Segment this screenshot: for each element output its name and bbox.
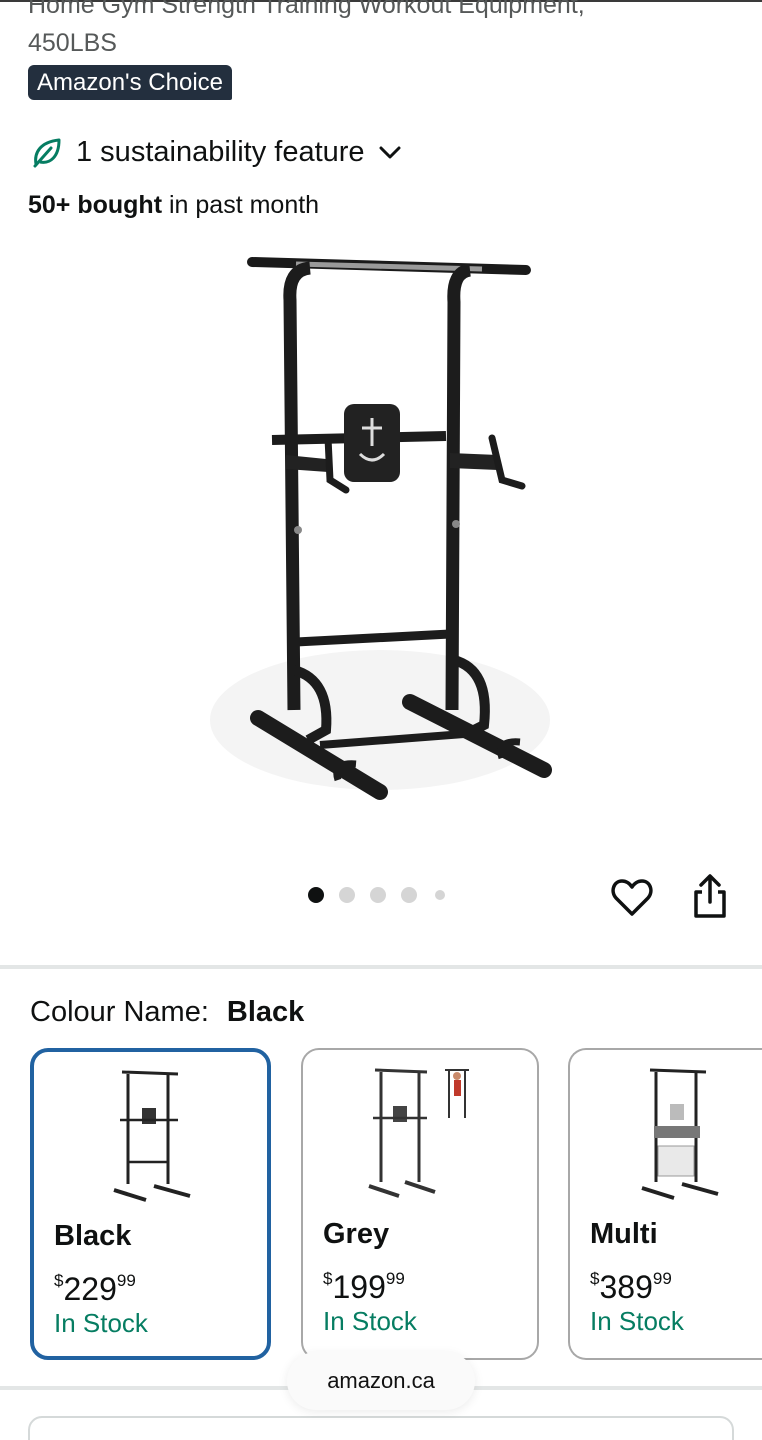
carousel-dot-3[interactable] xyxy=(370,887,386,903)
price-fraction: 99 xyxy=(652,1269,672,1288)
colour-option-black[interactable]: Black $22999 In Stock xyxy=(30,1048,271,1360)
share-icon[interactable] xyxy=(688,872,732,920)
colour-option-price: $38999 xyxy=(590,1260,672,1306)
sustainability-label: 1 sustainability feature xyxy=(76,135,365,168)
carousel-dot-5[interactable] xyxy=(435,890,445,900)
leaf-icon xyxy=(33,138,61,168)
price-fraction: 99 xyxy=(116,1271,136,1290)
colour-option-multi[interactable]: Multi $38999 In Stock xyxy=(568,1048,762,1360)
multi-variant-thumbnail xyxy=(641,1068,719,1200)
carousel-dot-1[interactable] xyxy=(308,887,324,903)
bought-in-past-month: 50+ bought in past month xyxy=(28,190,319,220)
colour-option-grey[interactable]: Grey $19999 In Stock xyxy=(301,1048,539,1360)
colour-option-name: Grey xyxy=(323,1218,390,1250)
heart-icon[interactable] xyxy=(610,876,654,920)
section-divider xyxy=(0,965,762,969)
sustainability-feature-toggle[interactable]: 1 sustainability feature xyxy=(30,130,403,174)
colour-name-value: Black xyxy=(226,996,305,1028)
chevron-down-icon xyxy=(379,146,401,159)
bought-suffix: in past month xyxy=(162,191,320,219)
bought-count: 50+ bought xyxy=(28,191,163,219)
price-whole: 389 xyxy=(599,1269,653,1305)
product-title-line-1: Home Gym Strength Training Workout Equip… xyxy=(28,0,585,19)
black-variant-thumbnail xyxy=(112,1070,191,1202)
carousel-dot-2[interactable] xyxy=(339,887,355,903)
product-title: Home Gym Strength Training Workout Equip… xyxy=(28,0,728,62)
colour-option-price: $22999 xyxy=(54,1262,136,1308)
stock-status: In Stock xyxy=(590,1306,684,1336)
colour-name-label: Colour Name: Black xyxy=(30,994,304,1030)
stock-status: In Stock xyxy=(323,1306,417,1336)
colour-option-name: Multi xyxy=(590,1218,658,1250)
colour-option-price: $19999 xyxy=(323,1260,405,1306)
grey-variant-thumbnail xyxy=(368,1068,469,1198)
stock-status: In Stock xyxy=(54,1308,148,1338)
colour-option-name: Black xyxy=(54,1220,132,1252)
price-whole: 199 xyxy=(332,1269,386,1305)
product-title-line-2: 450LBS xyxy=(28,29,117,57)
amazons-choice-badge[interactable]: Amazon's Choice xyxy=(28,65,232,100)
colour-name-key: Colour Name: xyxy=(30,996,209,1028)
image-carousel-dots[interactable] xyxy=(308,887,460,903)
price-fraction: 99 xyxy=(385,1269,405,1288)
product-image[interactable] xyxy=(200,240,560,820)
price-whole: 229 xyxy=(63,1271,117,1307)
next-section-card xyxy=(28,1416,734,1440)
browser-url-pill[interactable]: amazon.ca xyxy=(287,1352,475,1410)
carousel-dot-4[interactable] xyxy=(401,887,417,903)
